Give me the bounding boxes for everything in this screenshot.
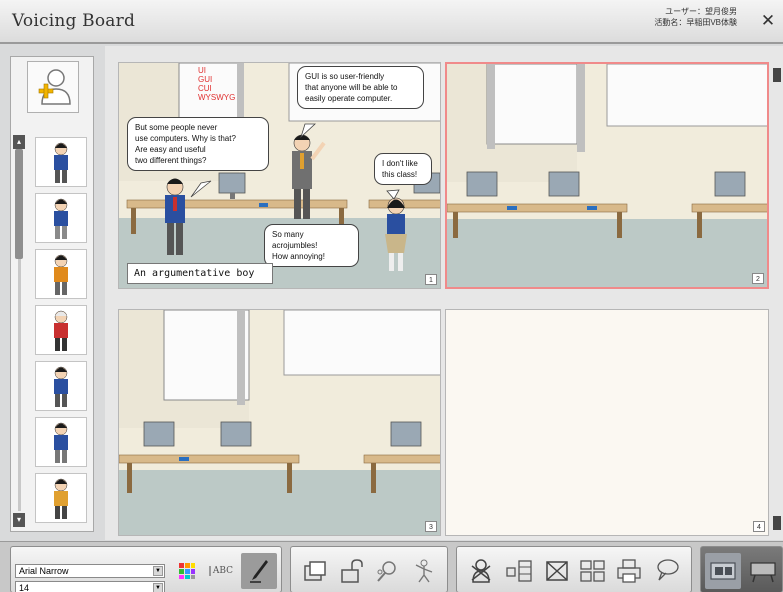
- character-figure-icon: [54, 254, 68, 295]
- character-thumbnail[interactable]: [35, 137, 87, 187]
- board-view-button[interactable]: [745, 553, 781, 589]
- speech-bubble-teacher[interactable]: GUI is so user-friendly that anyone will…: [297, 66, 424, 109]
- scroll-down-icon[interactable]: ▾: [13, 513, 25, 527]
- font-size-select[interactable]: 14 ▼: [15, 581, 165, 592]
- classroom-scene: [447, 64, 767, 287]
- panel-caption[interactable]: An argumentative boy: [127, 263, 273, 284]
- scroll-up-icon[interactable]: ▴: [13, 135, 25, 149]
- panel-number: 3: [425, 521, 437, 532]
- filmstrip-view-icon: [710, 562, 736, 580]
- speech-icon: [657, 559, 679, 581]
- panel-number: 4: [753, 521, 765, 532]
- user-name: ユーザー：望月俊男: [665, 7, 737, 16]
- pose-icon: [415, 559, 433, 583]
- add-character-button[interactable]: [27, 61, 79, 113]
- object-tool-group: [290, 546, 448, 592]
- zoom-character-icon: [377, 561, 396, 582]
- arrange-panels-button[interactable]: [575, 553, 611, 589]
- panel-row-handle-bottom[interactable]: [773, 516, 781, 530]
- character-thumbnail[interactable]: [35, 249, 87, 299]
- activity-name: 活動名：早稲田VB体験: [654, 18, 737, 27]
- text-tool-group: Arial Narrow ▼ 14 ▼ ABC: [10, 546, 282, 592]
- print-icon: [617, 559, 641, 583]
- panel-layout-icon: [506, 560, 532, 582]
- font-family-value: Arial Narrow: [19, 566, 69, 576]
- unlock-button[interactable]: [333, 553, 369, 589]
- comic-panel-2[interactable]: 2: [445, 62, 769, 289]
- character-thumbnail[interactable]: [35, 193, 87, 243]
- character-figure-icon: [54, 478, 68, 519]
- panel-layout-button[interactable]: [501, 553, 537, 589]
- panel-row-handle-top[interactable]: [773, 68, 781, 82]
- board-view-icon: [750, 562, 776, 583]
- add-character-icon: [38, 69, 71, 105]
- classroom-scene: [119, 310, 440, 535]
- chevron-down-icon[interactable]: ▼: [153, 583, 163, 592]
- bring-front-icon: [304, 561, 326, 581]
- character-thumbnail[interactable]: [35, 361, 87, 411]
- chevron-down-icon[interactable]: ▼: [153, 566, 163, 576]
- filmstrip-view-button[interactable]: [705, 553, 741, 589]
- character-thumbnail[interactable]: [35, 473, 87, 523]
- user-info: ユーザー：望月俊男 活動名：早稲田VB体験: [654, 6, 737, 28]
- speech-bubble-boy[interactable]: But some people never use computers. Why…: [127, 117, 269, 171]
- character-sidebar: ▴ ▾: [10, 56, 94, 532]
- panel-tool-group: [456, 546, 692, 592]
- close-button[interactable]: ✕: [759, 12, 777, 30]
- character-figure-icon: [54, 310, 68, 351]
- red-keywords: UI GUI CUI WYSWYG: [198, 66, 236, 102]
- character-figure-icon: [54, 142, 68, 183]
- font-size-value: 14: [19, 583, 30, 592]
- bottom-toolbar: Arial Narrow ▼ 14 ▼ ABC: [0, 541, 783, 592]
- add-character-icon: [471, 559, 491, 583]
- pen-icon: [250, 560, 268, 583]
- panel-number: 2: [752, 273, 764, 284]
- color-palette-button[interactable]: [169, 553, 205, 589]
- title-bar: Voicing Board ユーザー：望月俊男 活動名：早稲田VB体験 ✕: [0, 0, 783, 44]
- character-list: [35, 137, 91, 529]
- text-style-icon: ABC: [208, 566, 233, 576]
- speech-bubble-annoyed[interactable]: So many acrojumbles! How annoying!: [264, 224, 359, 267]
- character-thumbnail[interactable]: [35, 417, 87, 467]
- bring-front-button[interactable]: [297, 553, 333, 589]
- character-figure-icon: [54, 422, 68, 463]
- comic-board: UI GUI CUI WYSWYG But some people never …: [105, 46, 783, 540]
- scroll-thumb[interactable]: [15, 149, 23, 259]
- pose-button[interactable]: [405, 553, 441, 589]
- character-scrollbar[interactable]: ▴ ▾: [13, 135, 25, 527]
- zoom-character-button[interactable]: [369, 553, 405, 589]
- comic-panel-1[interactable]: UI GUI CUI WYSWYG But some people never …: [118, 62, 441, 289]
- add-character-tool-button[interactable]: [463, 553, 499, 589]
- comic-panel-4[interactable]: 4: [445, 309, 769, 536]
- print-button[interactable]: [611, 553, 647, 589]
- character-figure-icon: [54, 198, 68, 239]
- delete-panel-icon: [546, 561, 568, 581]
- delete-panel-button[interactable]: [539, 553, 575, 589]
- text-style-button[interactable]: ABC: [203, 553, 239, 589]
- character-figure-icon: [54, 366, 68, 407]
- view-tool-group: [700, 546, 783, 592]
- arrange-panels-icon: [580, 560, 605, 582]
- font-family-select[interactable]: Arial Narrow ▼: [15, 564, 165, 578]
- speech-bubble-girl[interactable]: I don't like this class!: [374, 153, 432, 185]
- pen-button[interactable]: [241, 553, 277, 589]
- character-thumbnail[interactable]: [35, 305, 87, 355]
- speech-button[interactable]: [649, 553, 685, 589]
- comic-panel-3[interactable]: 3: [118, 309, 441, 536]
- unlock-icon: [341, 559, 363, 583]
- app-title: Voicing Board: [12, 11, 136, 31]
- panel-number: 1: [425, 274, 437, 285]
- color-palette-icon: [179, 563, 195, 579]
